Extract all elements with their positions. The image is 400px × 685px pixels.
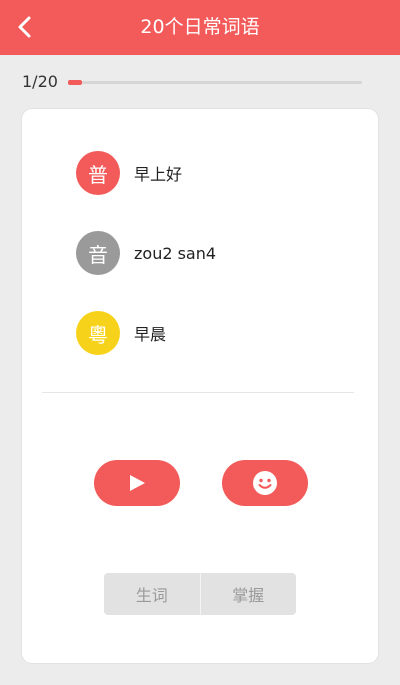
- cantonese-badge: 粵: [76, 311, 120, 355]
- new-word-button[interactable]: 生词: [104, 573, 200, 615]
- progress-fill: [68, 80, 82, 85]
- play-button[interactable]: [94, 460, 180, 506]
- word-card: 普 早上好 音 zou2 san4 粵 早晨 生词 掌握: [22, 109, 378, 663]
- mandarin-badge: 普: [76, 151, 120, 195]
- entry-mandarin[interactable]: 普 早上好: [76, 151, 182, 195]
- smiley-button[interactable]: [222, 460, 308, 506]
- progress-text: 1/20: [22, 72, 58, 91]
- mandarin-text: 早上好: [134, 165, 183, 184]
- entry-cantonese[interactable]: 粵 早晨: [76, 311, 166, 355]
- word-status-toggle: 生词 掌握: [104, 573, 296, 615]
- mastered-button[interactable]: 掌握: [201, 573, 297, 615]
- play-icon: [130, 475, 145, 491]
- entry-pronunciation[interactable]: 音 zou2 san4: [76, 231, 216, 275]
- progress-bar: [68, 80, 362, 85]
- app-header: 20个日常词语: [0, 0, 400, 55]
- divider: [42, 392, 354, 393]
- cantonese-text: 早晨: [134, 325, 167, 344]
- pronunciation-badge: 音: [76, 231, 120, 275]
- progress-row: 1/20: [0, 70, 400, 96]
- smiley-icon: [253, 471, 277, 495]
- pronunciation-text: zou2 san4: [134, 243, 217, 263]
- page-title: 20个日常词语: [140, 16, 260, 38]
